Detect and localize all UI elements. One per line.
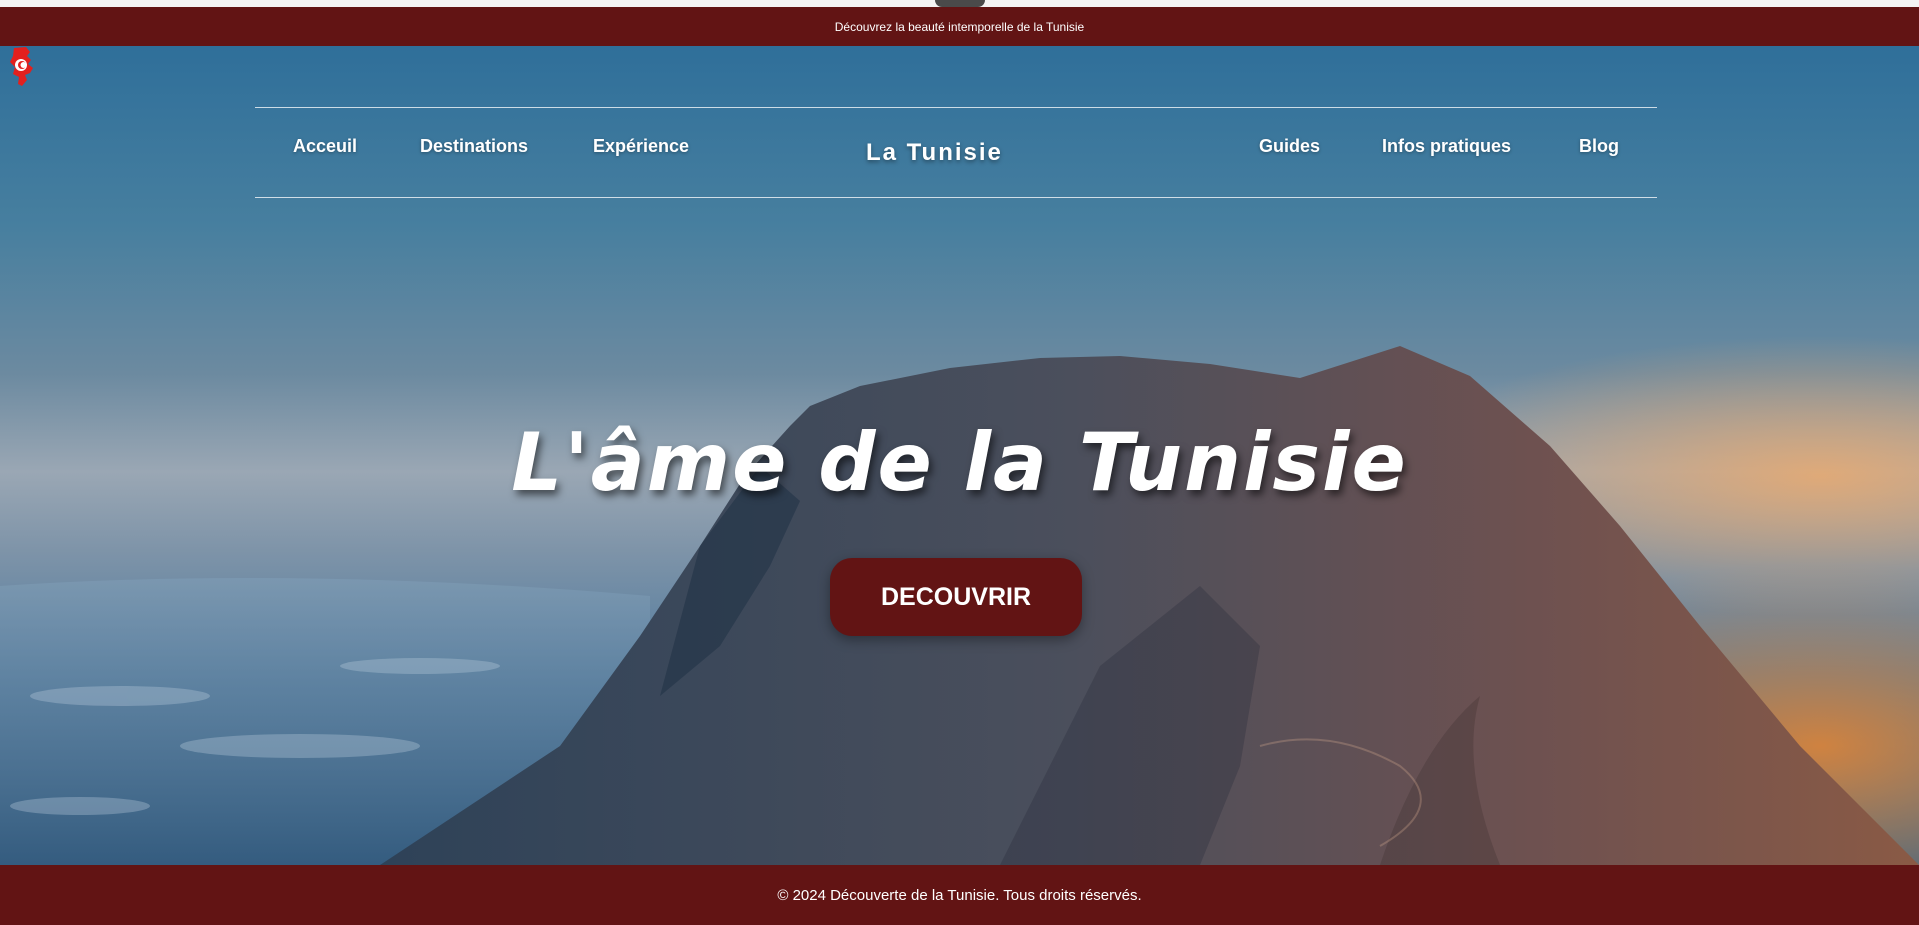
nav-link-guides[interactable]: Guides <box>1259 136 1320 157</box>
nav-link-infos-pratiques[interactable]: Infos pratiques <box>1382 136 1511 157</box>
announcement-bar: Découvrez la beauté intemporelle de la T… <box>0 7 1919 46</box>
nav-bottom-divider <box>255 197 1657 198</box>
nav-link-acceuil[interactable]: Acceuil <box>293 136 357 157</box>
tunisia-map-flag-icon <box>10 47 33 86</box>
nav-link-experience[interactable]: Expérience <box>593 136 689 157</box>
decouvrir-button[interactable]: DECOUVRIR <box>830 558 1082 636</box>
nav-top-divider <box>255 107 1657 108</box>
footer-copyright: © 2024 Découverte de la Tunisie. Tous dr… <box>777 886 1142 904</box>
hero-title: L'âme de la Tunisie <box>511 416 1408 509</box>
screen-notch <box>935 0 985 7</box>
announcement-text: Découvrez la beauté intemporelle de la T… <box>834 19 1085 34</box>
hero-section: Acceuil Destinations Expérience La Tunis… <box>0 46 1919 865</box>
site-logo-text[interactable]: La Tunisie <box>866 139 1003 167</box>
footer: © 2024 Découverte de la Tunisie. Tous dr… <box>0 865 1919 925</box>
nav-link-destinations[interactable]: Destinations <box>420 136 528 157</box>
nav-link-blog[interactable]: Blog <box>1579 136 1619 157</box>
